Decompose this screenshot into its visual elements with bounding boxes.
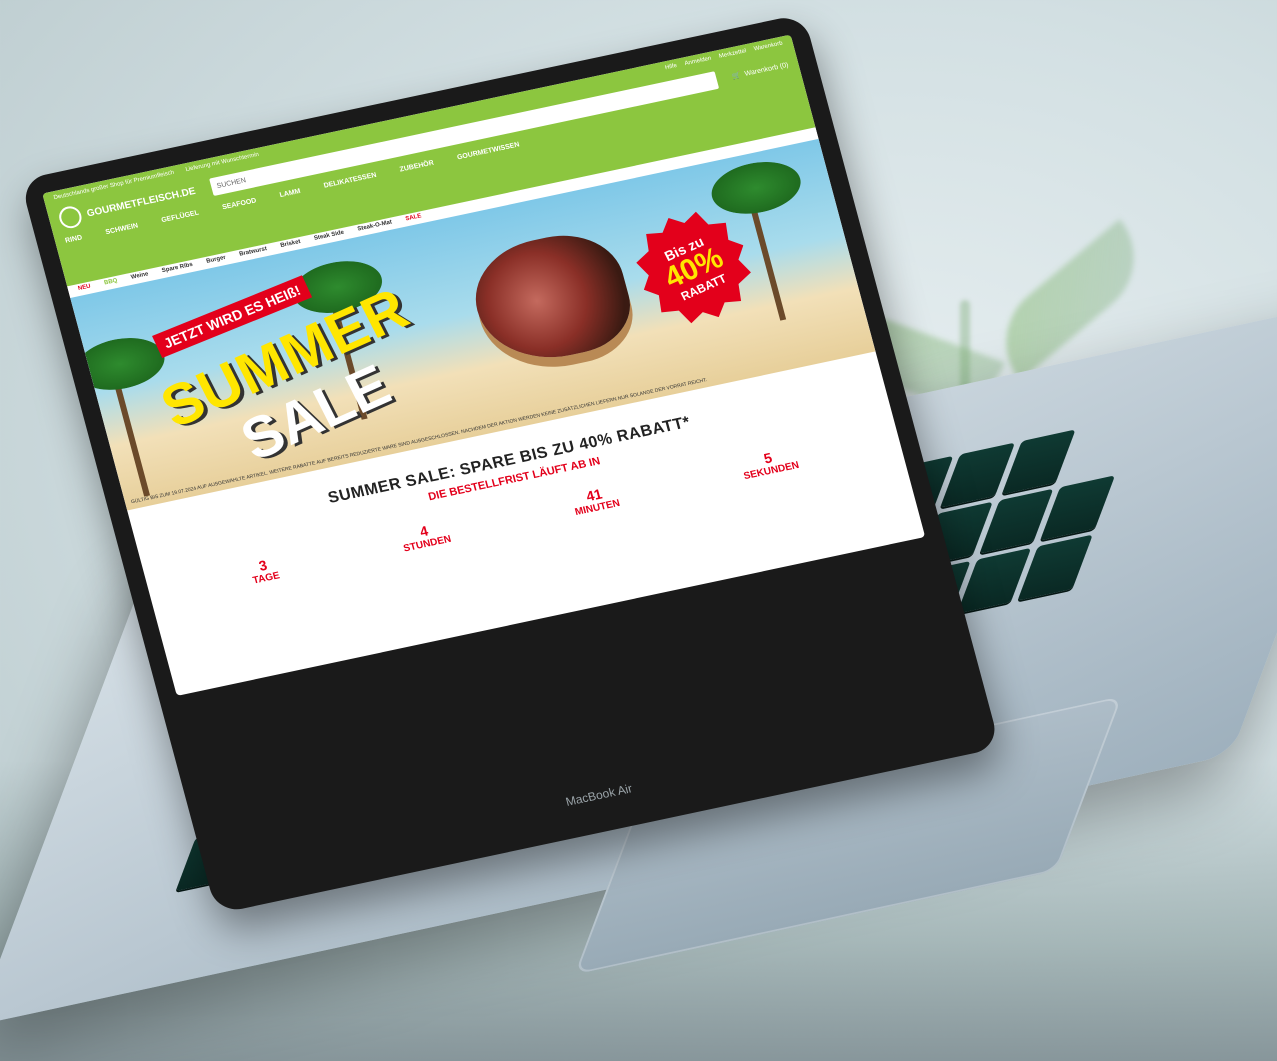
subnav-item-sale[interactable]: SALE — [405, 213, 422, 222]
bull-logo-icon — [56, 204, 84, 231]
search-placeholder: SUCHEN — [215, 176, 247, 190]
laptop-screen: Deutschlands großer Shop für Premiumflei… — [42, 34, 926, 696]
topbar-link-help[interactable]: Hilfe — [664, 63, 677, 71]
steak-image — [462, 224, 641, 372]
palm-tree-decoration — [744, 171, 845, 321]
nav-item-gefluegel[interactable]: GEFLÜGEL — [161, 210, 200, 225]
subnav-item-bbq[interactable]: BBQ — [104, 278, 119, 287]
countdown-minutes: 41 MINUTEN — [570, 482, 621, 518]
cart-button[interactable]: 🛒 Warenkorb (0) — [731, 61, 790, 81]
nav-item-seafood[interactable]: SEAFOOD — [222, 197, 258, 211]
cart-icon: 🛒 — [731, 71, 742, 81]
keyboard-key[interactable] — [956, 548, 1032, 614]
keyboard-key[interactable] — [978, 488, 1054, 555]
countdown-seconds: 5 SEKUNDEN — [738, 444, 801, 482]
subnav-item-burger[interactable]: Burger — [206, 255, 227, 265]
nav-item-lamm[interactable]: LAMM — [279, 188, 301, 199]
discount-badge: Bis zu 40% RABATT — [619, 196, 769, 340]
nav-item-zubehoer[interactable]: ZUBEHÖR — [399, 160, 435, 174]
cart-label: Warenkorb (0) — [743, 61, 790, 78]
countdown-days: 3 TAGE — [248, 555, 281, 587]
subnav-item-weine[interactable]: Weine — [130, 271, 149, 280]
nav-item-schwein[interactable]: SCHWEIN — [105, 222, 139, 236]
subnav-item-neu[interactable]: NEU — [77, 284, 91, 292]
countdown-hours: 4 STUNDEN — [398, 518, 452, 555]
nav-item-rind[interactable]: RIND — [65, 234, 84, 244]
